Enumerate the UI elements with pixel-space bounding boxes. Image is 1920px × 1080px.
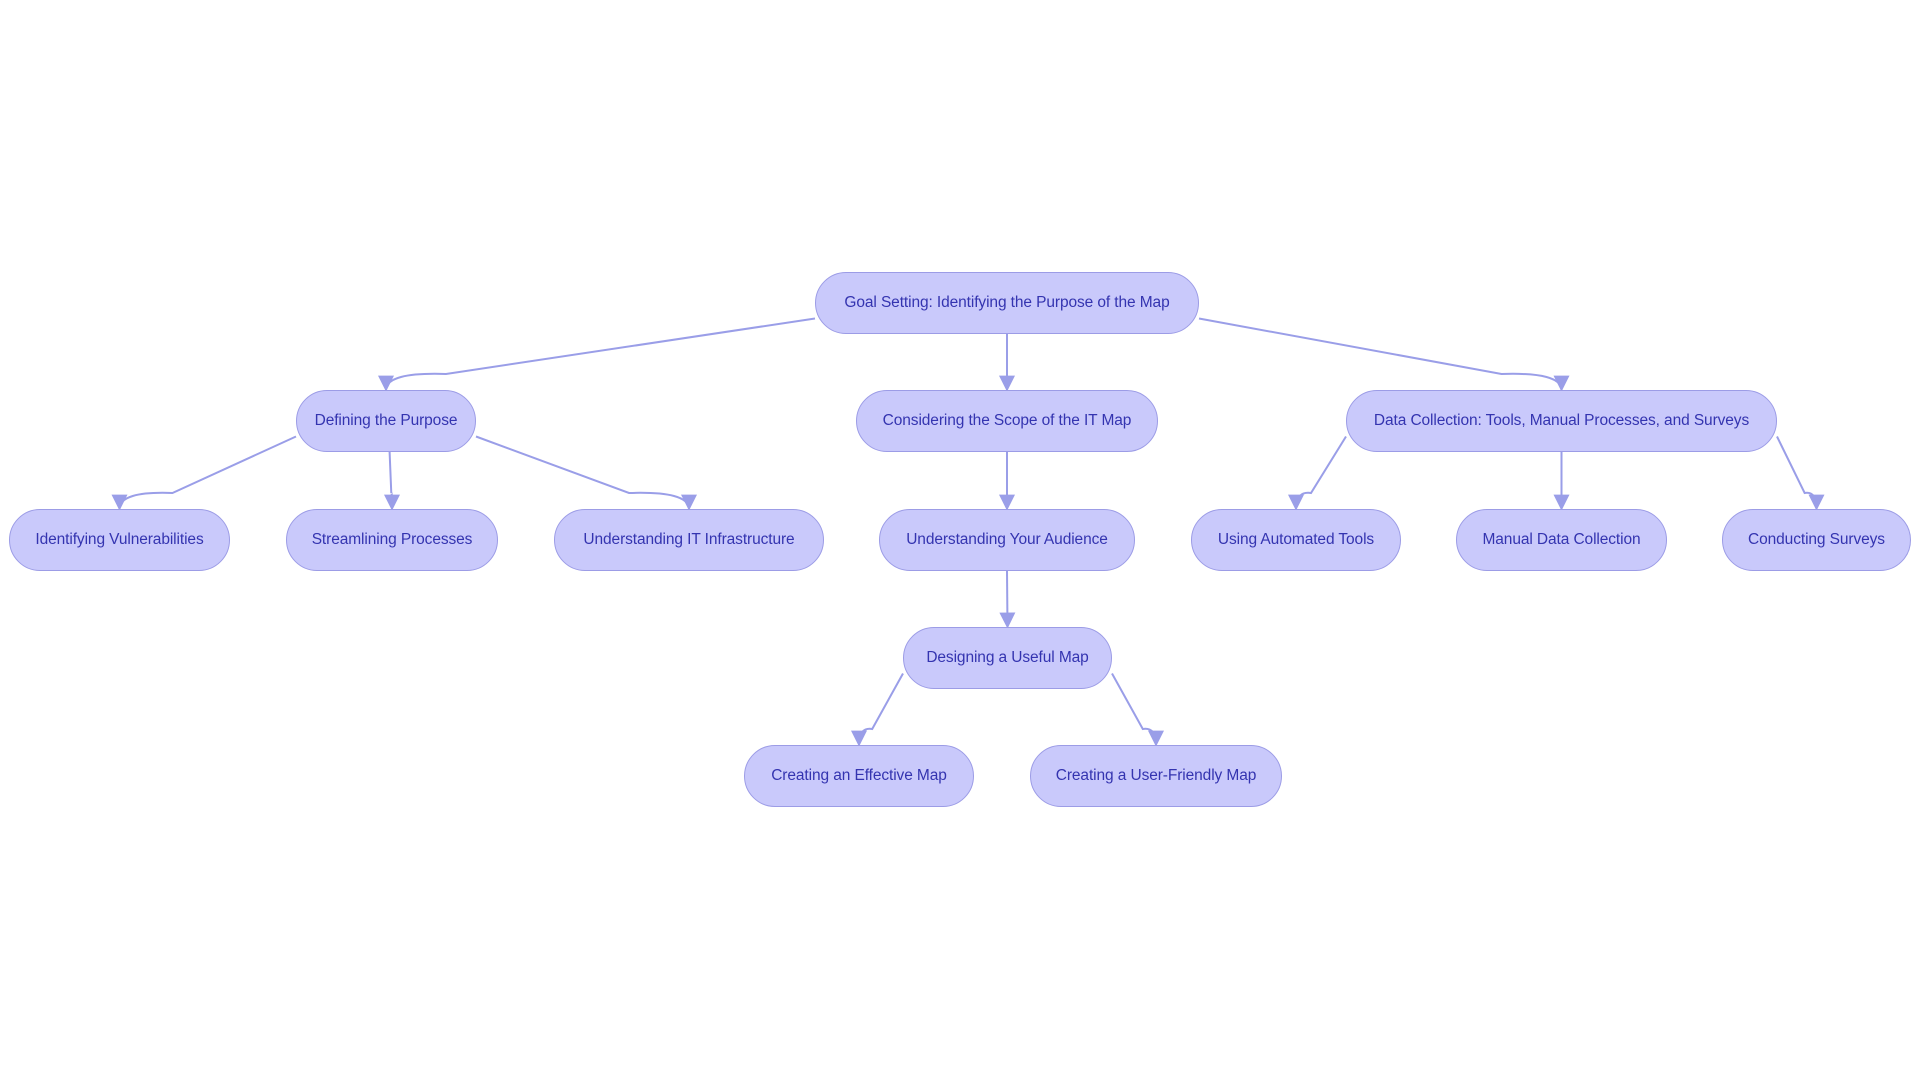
node-understanding-it-infrastructure[interactable]: Understanding IT Infrastructure (554, 509, 824, 571)
node-streamlining-processes[interactable]: Streamlining Processes (286, 509, 498, 571)
node-designing-useful-map[interactable]: Designing a Useful Map (903, 627, 1112, 689)
edge-design-to-effective (851, 673, 904, 747)
edge-data-to-auto (1288, 435, 1347, 511)
node-label: Identifying Vulnerabilities (35, 531, 204, 548)
node-considering-scope[interactable]: Considering the Scope of the IT Map (856, 390, 1158, 452)
node-label: Goal Setting: Identifying the Purpose of… (844, 294, 1170, 311)
node-identifying-vulnerabilities[interactable]: Identifying Vulnerabilities (9, 509, 230, 571)
edge-design-to-friendly (1111, 673, 1164, 747)
node-label: Using Automated Tools (1217, 531, 1375, 548)
edge-purpose-to-vuln (111, 435, 297, 511)
node-conducting-surveys[interactable]: Conducting Surveys (1722, 509, 1911, 571)
edge-audience-to-design (999, 570, 1016, 629)
node-understanding-audience[interactable]: Understanding Your Audience (879, 509, 1135, 571)
edge-root-to-data (1198, 317, 1570, 392)
node-manual-data-collection[interactable]: Manual Data Collection (1456, 509, 1667, 571)
edge-root-to-purpose (378, 317, 816, 392)
node-creating-effective-map[interactable]: Creating an Effective Map (744, 745, 974, 807)
node-label: Creating a User-Friendly Map (1055, 767, 1257, 784)
node-label: Conducting Surveys (1748, 531, 1885, 548)
node-label: Defining the Purpose (314, 412, 458, 429)
node-goal-setting[interactable]: Goal Setting: Identifying the Purpose of… (815, 272, 1199, 334)
edge-data-to-surveys (1776, 436, 1825, 511)
node-label: Data Collection: Tools, Manual Processes… (1373, 412, 1750, 429)
node-label: Streamlining Processes (311, 531, 473, 548)
node-label: Considering the Scope of the IT Map (882, 412, 1132, 429)
edge-purpose-to-infra (475, 435, 697, 511)
node-label: Designing a Useful Map (926, 649, 1089, 666)
node-label: Understanding IT Infrastructure (583, 531, 795, 548)
node-using-automated-tools[interactable]: Using Automated Tools (1191, 509, 1401, 571)
node-label: Understanding Your Audience (906, 531, 1108, 548)
node-data-collection[interactable]: Data Collection: Tools, Manual Processes… (1346, 390, 1777, 452)
node-label: Creating an Effective Map (771, 767, 947, 784)
node-label: Manual Data Collection (1482, 531, 1641, 548)
edge-purpose-to-stream (383, 451, 400, 511)
node-creating-user-friendly-map[interactable]: Creating a User-Friendly Map (1030, 745, 1282, 807)
node-defining-purpose[interactable]: Defining the Purpose (296, 390, 476, 452)
